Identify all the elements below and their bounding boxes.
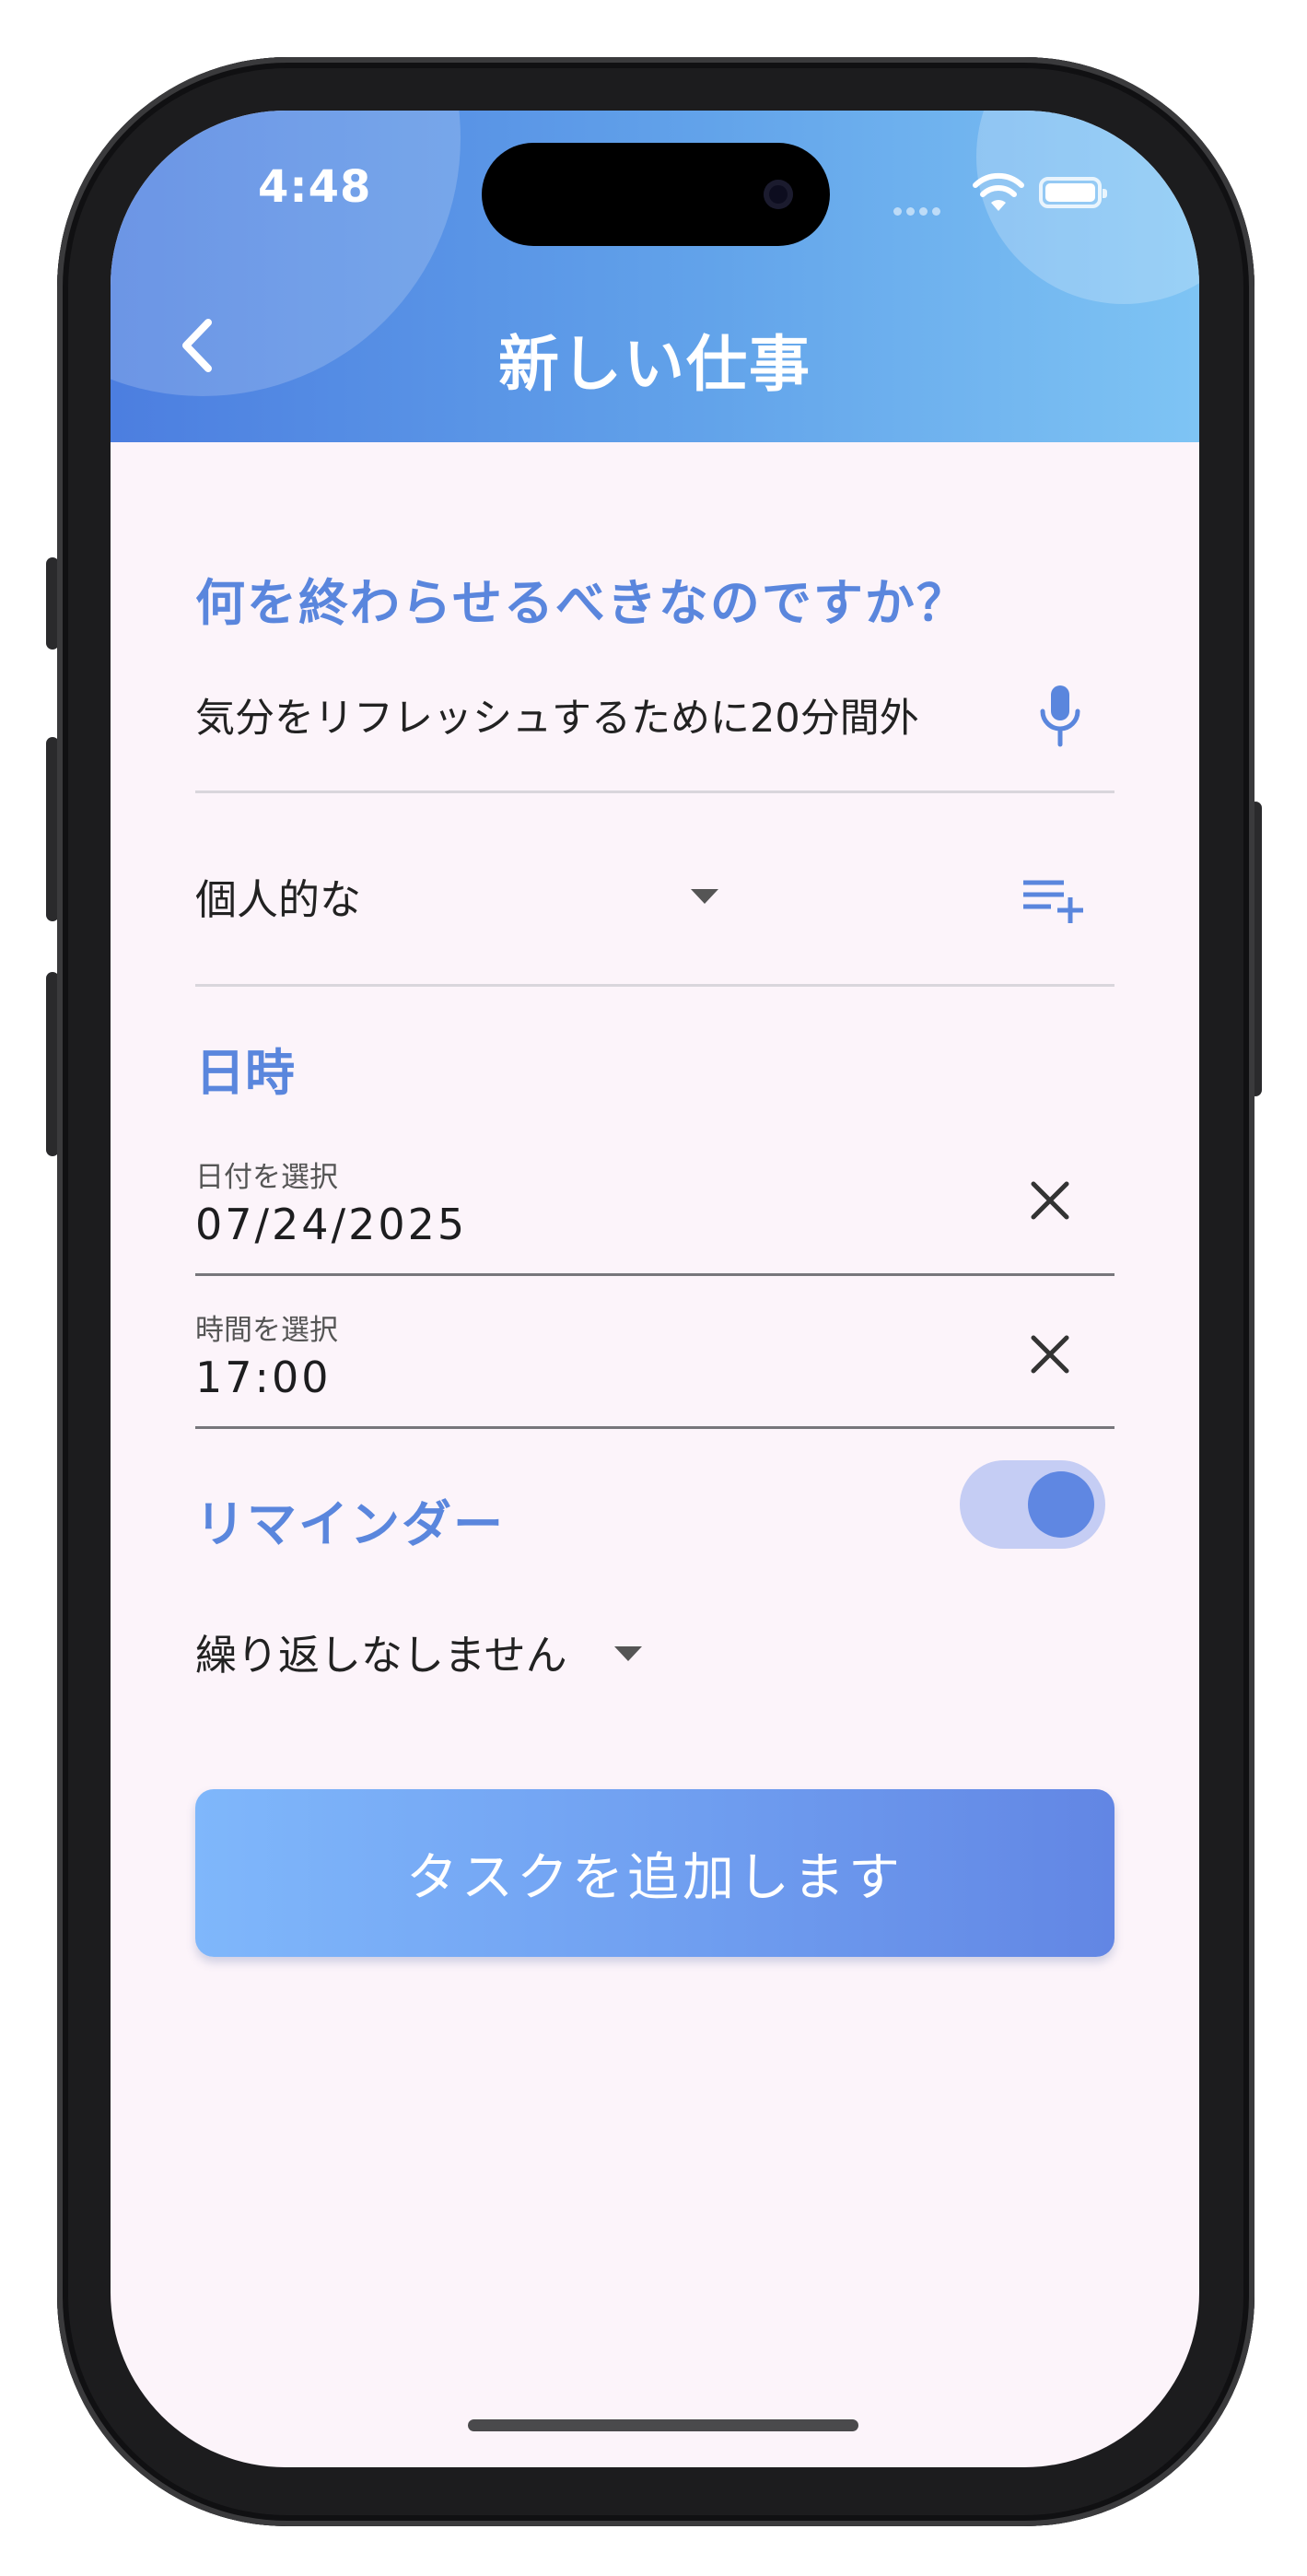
reminder-label: リマインダー [195,1495,505,1553]
task-question-heading: 何を終わらせるべきなのですか？ [195,574,968,632]
app-screen: 4:48 新しい仕事 何を終わらせるべきなのですか？ 気分をリフレッシュするため… [111,111,1199,2467]
date-field[interactable]: 07/24/2025 [195,1200,467,1249]
home-indicator [468,2419,858,2431]
clear-time-icon[interactable] [1024,1329,1076,1380]
category-dropdown[interactable]: 個人的な [195,866,361,926]
device-frame: 4:48 新しい仕事 何を終わらせるべきなのですか？ 気分をリフレッシュするため… [0,0,1307,2576]
divider [195,984,1114,987]
time-field[interactable]: 17:00 [195,1352,332,1402]
time-field-underline [195,1426,1114,1429]
wifi-icon [973,172,1024,211]
cellular-signal-icon [893,202,945,219]
clear-date-icon[interactable] [1024,1175,1076,1226]
add-task-button[interactable]: タスクを追加します [195,1789,1114,1957]
divider [195,790,1114,793]
date-field-underline [195,1273,1114,1276]
status-time: 4:48 [258,161,372,213]
dropdown-arrow-icon[interactable] [614,1646,642,1661]
page-title: 新しい仕事 [498,329,811,400]
battery-icon [1039,177,1107,208]
add-list-icon[interactable] [1018,866,1091,931]
dynamic-island [482,143,830,246]
datetime-heading: 日時 [195,1044,295,1102]
reminder-toggle[interactable] [960,1460,1105,1549]
date-field-label: 日付を選択 [195,1161,338,1194]
repeat-dropdown[interactable]: 繰り返しなしません [195,1622,567,1681]
microphone-icon[interactable] [1033,682,1087,752]
front-camera [764,180,793,209]
task-text-input[interactable]: 気分をリフレッシュするために20分間外 [195,686,1024,751]
toggle-knob [1028,1471,1094,1538]
app-header: 4:48 新しい仕事 [111,111,1199,442]
dropdown-arrow-icon[interactable] [691,889,718,904]
time-field-label: 時間を選択 [195,1314,338,1347]
